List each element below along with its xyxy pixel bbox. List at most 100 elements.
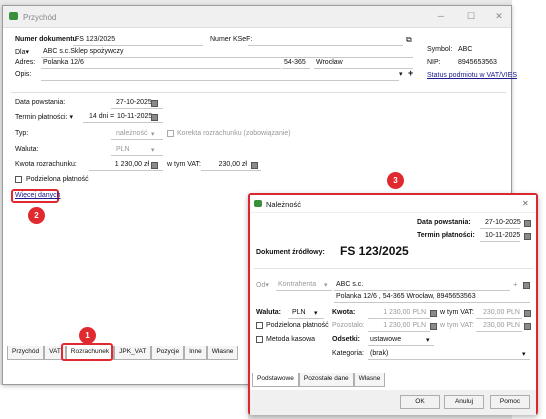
waluta-dropdown[interactable]: PLN: [292, 309, 306, 316]
doc-number-label: Numer dokumentu: [15, 36, 77, 43]
opis-dropdown-icon[interactable]: ▾: [399, 70, 403, 78]
calculator-icon[interactable]: [430, 323, 437, 330]
copy-icon[interactable]: ⧉: [406, 35, 412, 45]
podzielona-label: Podzielona płatność: [26, 176, 89, 183]
dialog-title-bar: Należność ✕: [250, 195, 536, 213]
ksef-label: Numer KSeF:: [210, 36, 253, 43]
street-field[interactable]: Polanka 12/6: [43, 59, 84, 66]
maximize-icon[interactable]: ☐: [463, 11, 479, 22]
doc-number-field[interactable]: FS 123/2025: [75, 36, 115, 43]
ok-button[interactable]: OK: [400, 395, 440, 409]
chevron-down-icon: ▾: [151, 147, 155, 154]
odsetki-label: Odsetki:: [332, 336, 361, 343]
chevron-down-icon: ▾: [324, 282, 328, 289]
calendar-icon[interactable]: [524, 220, 531, 227]
metoda-kasowa-checkbox[interactable]: [256, 336, 263, 343]
minimize-icon[interactable]: ─: [433, 11, 449, 21]
kwota-label: Kwota:: [332, 309, 356, 316]
od-dropdown[interactable]: Od▾: [256, 281, 269, 289]
metoda-kasowa-label: Metoda kasowa: [266, 336, 316, 343]
add-icon[interactable]: +: [408, 68, 413, 78]
tab-inne[interactable]: Inne: [184, 346, 207, 360]
odsetki-dropdown[interactable]: ustawowe: [370, 336, 401, 343]
kategoria-label: Kategoria:: [332, 350, 364, 357]
tab-jpk-vat[interactable]: JPK_VAT: [114, 346, 152, 360]
calculator-icon[interactable]: [524, 310, 531, 317]
kontrahent-name: ABC s.c.: [336, 281, 364, 288]
tab-przychod[interactable]: Przychód: [7, 346, 45, 360]
pomoc-button[interactable]: Pomoc: [490, 395, 530, 409]
app-icon: [254, 200, 262, 207]
tab-podstawowe[interactable]: Podstawowe: [252, 373, 299, 387]
podzielona-checkbox[interactable]: [256, 322, 263, 329]
symbol-value: ABC: [458, 46, 473, 53]
podzielona-checkbox[interactable]: [15, 176, 22, 183]
pozostalo-label: Pozostało:: [332, 322, 365, 329]
kwota-label: Kwota rozrachunku:: [15, 161, 77, 168]
title-bar: Przychód ─ ☐ ✕: [3, 6, 511, 28]
anuluj-button[interactable]: Anuluj: [444, 395, 484, 409]
close-icon[interactable]: ✕: [491, 11, 507, 22]
calculator-icon[interactable]: [524, 323, 531, 330]
dla-dropdown[interactable]: Dla▾: [15, 48, 29, 56]
termin-dropdown[interactable]: Termin płatności: ▾: [15, 113, 73, 121]
highlight-rozrachunek: [61, 343, 113, 361]
calendar-icon[interactable]: [524, 233, 531, 240]
close-icon[interactable]: ✕: [522, 199, 529, 208]
korekta-checkbox[interactable]: [167, 130, 174, 137]
vat-label: w tym VAT:: [167, 161, 201, 168]
typ-dropdown[interactable]: należność: [116, 130, 148, 137]
adres-label: Adres:: [15, 59, 36, 66]
dla-field[interactable]: ABC s.c.Sklep spożywczy: [43, 48, 124, 55]
nip-value: 8945653563: [458, 59, 497, 66]
vat-field[interactable]: 230,00 zł: [203, 161, 247, 168]
termin-date-field[interactable]: 10-11-2025: [117, 113, 152, 120]
badge-2: 2: [28, 207, 45, 224]
waluta-label: Waluta:: [256, 309, 282, 316]
kontrahenta-dropdown[interactable]: Kontrahenta: [278, 281, 316, 288]
symbol-label: Symbol:: [427, 46, 453, 53]
data-powstania-field[interactable]: 27-10-2025: [485, 219, 521, 226]
pozostalo-vat-label: w tym VAT:: [440, 322, 474, 329]
calculator-icon[interactable]: [430, 310, 437, 317]
opis-label: Opis:: [15, 71, 32, 78]
background-spreadsheet-bottom: [0, 385, 248, 419]
vat-status-link[interactable]: Status podmiotu w VAT/VIES: [427, 72, 517, 79]
termin-equals: =: [110, 113, 115, 120]
tab-pozycje[interactable]: Pozycje: [151, 346, 185, 360]
nip-label: NIP:: [427, 59, 441, 66]
contractor-card-icon[interactable]: [523, 282, 530, 289]
termin-field[interactable]: 10-11-2025: [485, 232, 520, 239]
calculator-icon[interactable]: [251, 162, 258, 169]
app-icon: [9, 12, 18, 20]
kwota-field[interactable]: 1 230,00 PLN: [370, 309, 426, 316]
waluta-dropdown[interactable]: PLN: [116, 146, 130, 153]
kwota-field[interactable]: 1 230,00 zł: [91, 161, 149, 168]
korekta-label: Korekta rozrachunku (zobowiązanie): [177, 130, 291, 137]
tab-wlasne[interactable]: Własne: [206, 346, 239, 360]
calculator-icon[interactable]: [151, 162, 158, 169]
postcode-field[interactable]: 54-365: [284, 59, 306, 66]
window-title: Przychód: [23, 13, 57, 22]
calendar-icon[interactable]: [151, 114, 158, 121]
kategoria-dropdown[interactable]: (brak): [370, 350, 388, 357]
wiecej-danych-link[interactable]: Więcej danych: [15, 192, 61, 199]
kontrahent-address: Polanka 12/6 , 54-365 Wrocław, 894565356…: [336, 293, 476, 300]
badge-1: 1: [79, 327, 96, 344]
typ-label: Typ:: [15, 130, 29, 137]
vat-field[interactable]: 230,00 PLN: [478, 309, 520, 316]
vat-label: w tym VAT:: [440, 309, 474, 316]
data-powstania-field[interactable]: 27-10-2025: [116, 99, 152, 106]
data-powstania-label: Data powstania:: [15, 99, 66, 106]
tab-wlasne[interactable]: Własne: [353, 373, 386, 387]
main-tabs: Przychód VAT Rozrachunek JPK_VAT Pozycje…: [7, 346, 239, 360]
add-icon[interactable]: +: [513, 280, 518, 289]
tab-pozostale-dane[interactable]: Pozostałe dane: [298, 373, 354, 387]
termin-dni-field[interactable]: 14 dni: [89, 113, 108, 120]
chevron-down-icon: ▾: [314, 310, 318, 317]
city-field[interactable]: Wrocław: [316, 59, 343, 66]
calendar-icon[interactable]: [151, 100, 158, 107]
termin-label: Termin płatności:: [417, 232, 475, 239]
dialog-title: Należność: [266, 200, 302, 209]
dok-zrodlowy-label: Dokument źródłowy:: [256, 249, 325, 256]
